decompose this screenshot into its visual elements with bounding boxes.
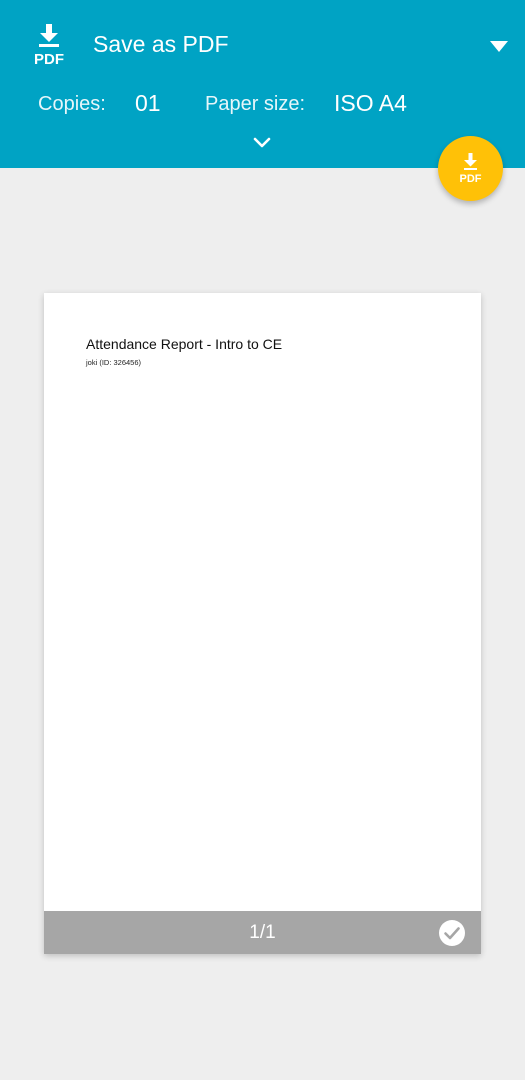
dropdown-arrow-icon[interactable]: [486, 36, 512, 56]
copies-value: 01: [135, 90, 161, 116]
copies-label: Copies:: [38, 93, 106, 115]
document-subtitle: joki (ID: 326456): [86, 358, 142, 367]
printer-selector[interactable]: PDF Save as PDF: [0, 0, 525, 90]
document-title: Attendance Report - Intro to CE: [86, 336, 283, 352]
paper-size-label: Paper size:: [205, 93, 306, 115]
pdf-download-icon: PDF: [460, 153, 482, 185]
check-circle-icon[interactable]: [438, 919, 466, 947]
pdf-download-icon: PDF: [34, 24, 64, 66]
page-footer: 1/1: [44, 911, 481, 954]
print-header: PDF Save as PDF Copies: 01 Paper size: I…: [0, 0, 525, 168]
svg-text:PDF: PDF: [34, 51, 64, 66]
page-preview[interactable]: Attendance Report - Intro to CE joki (ID…: [44, 293, 481, 954]
printer-name: Save as PDF: [93, 31, 229, 57]
print-settings-summary[interactable]: Copies: 01 Paper size: ISO A4: [0, 86, 525, 122]
page-indicator: 1/1: [249, 922, 276, 943]
download-pdf-button[interactable]: PDF: [438, 136, 503, 201]
paper-size-value: ISO A4: [334, 90, 407, 116]
fab-pdf-label: PDF: [460, 173, 482, 185]
chevron-down-icon[interactable]: [252, 135, 272, 151]
